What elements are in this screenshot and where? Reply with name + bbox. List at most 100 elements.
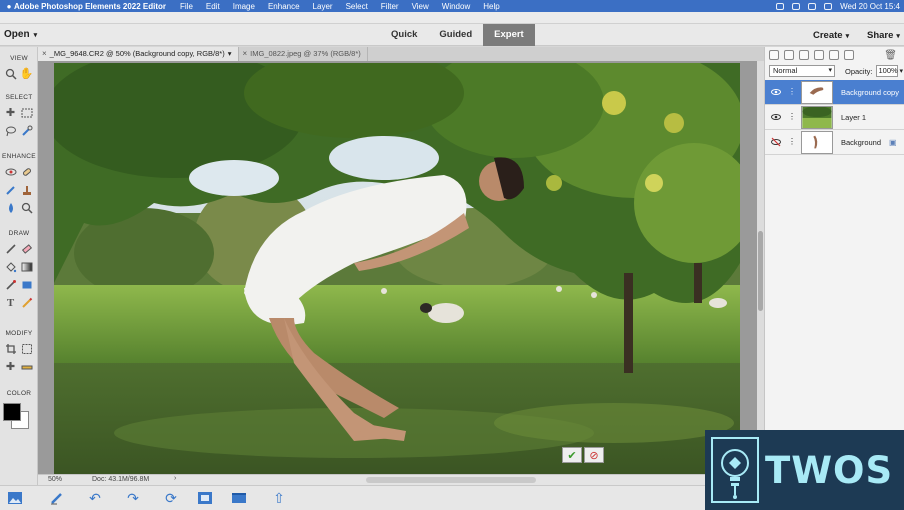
marquee-tool-icon[interactable] (20, 106, 33, 119)
horizontal-scrollbar[interactable] (366, 477, 536, 483)
close-icon[interactable]: × (243, 47, 248, 61)
apple-icon[interactable]: ● (4, 2, 14, 11)
red-eye-tool-icon[interactable] (4, 165, 17, 178)
link-icon[interactable]: ⋮ (788, 87, 796, 97)
link-icon[interactable]: ⋮ (788, 137, 796, 147)
layer-row-background-copy[interactable]: ⋮ Background copy (765, 80, 904, 105)
system-menu-bar: ● Adobe Photoshop Elements 2022 Editor F… (0, 0, 904, 12)
smart-brush-tool-icon[interactable] (4, 183, 17, 196)
straighten-tool-icon[interactable] (20, 360, 33, 373)
eraser-tool-icon[interactable] (20, 242, 33, 255)
layer-mask-icon[interactable] (814, 50, 824, 60)
wifi-icon[interactable] (808, 2, 817, 10)
chevron-down-icon: ▾ (845, 33, 850, 40)
opacity-label: Opacity: (845, 66, 873, 76)
trash-icon[interactable]: 🗑 (884, 50, 897, 61)
lock-transparency-icon[interactable] (829, 50, 839, 60)
tab-expert[interactable]: Expert (483, 24, 535, 46)
spot-healing-tool-icon[interactable] (20, 165, 33, 178)
layer-options: Normal Opacity: 100% ▾ (765, 63, 904, 79)
app-name-menu[interactable]: Adobe Photoshop Elements 2022 Editor (14, 2, 166, 11)
menu-edit[interactable]: Edit (206, 2, 220, 11)
cancel-icon[interactable]: ⊘ (584, 447, 604, 463)
home-screen-icon[interactable]: ⇧ (270, 490, 288, 506)
recompose-tool-icon[interactable] (20, 342, 33, 355)
fill-adjustment-icon[interactable] (799, 50, 809, 60)
eyedropper-tool-icon[interactable] (4, 278, 17, 291)
blur-tool-icon[interactable] (4, 201, 17, 214)
chevron-down-icon: ▾ (227, 49, 232, 58)
brush-tool-icon[interactable] (4, 242, 17, 255)
link-icon[interactable]: ⋮ (788, 112, 796, 122)
chevron-right-icon[interactable]: › (174, 475, 176, 482)
tab-quick[interactable]: Quick (380, 24, 428, 46)
pencil-tool-icon[interactable] (20, 296, 33, 309)
close-icon[interactable]: × (42, 47, 47, 61)
new-group-icon[interactable] (784, 50, 794, 60)
tray-icon[interactable] (792, 2, 801, 10)
chevron-down-icon: ▾ (896, 33, 900, 40)
menu-enhance[interactable]: Enhance (268, 2, 300, 11)
scrollbar-thumb[interactable] (758, 231, 763, 311)
create-button[interactable]: Create ▾ (813, 30, 849, 41)
document-tab-label: _MG_9648.CR2 @ 50% (Background copy, RGB… (49, 49, 225, 58)
shape-tool-icon[interactable] (20, 278, 33, 291)
paint-bucket-tool-icon[interactable] (4, 260, 17, 273)
menu-window[interactable]: Window (442, 2, 470, 11)
battery-icon[interactable] (824, 2, 833, 10)
eye-icon[interactable] (771, 112, 781, 122)
layer-row-background[interactable]: ⋮ Background ▣ (765, 130, 904, 155)
canvas-area[interactable]: ✔ ⊘ (38, 61, 764, 474)
blend-mode-select[interactable]: Normal (769, 65, 835, 77)
sponge-tool-icon[interactable] (20, 201, 33, 214)
eye-icon[interactable] (771, 87, 781, 97)
menu-view[interactable]: View (412, 2, 429, 11)
chevron-down-icon: ▾ (33, 32, 38, 39)
tab-guided[interactable]: Guided (428, 24, 483, 46)
layer-thumbnail (801, 131, 833, 154)
clone-stamp-tool-icon[interactable] (20, 183, 33, 196)
photo-canvas[interactable] (54, 63, 740, 474)
tray-icon[interactable] (776, 2, 785, 10)
type-tool-icon[interactable]: T (4, 296, 17, 309)
zoom-level[interactable]: 50% (48, 476, 62, 483)
rotate-icon[interactable]: ⟳ (162, 490, 180, 506)
menu-select[interactable]: Select (346, 2, 368, 11)
quick-selection-tool-icon[interactable] (20, 124, 33, 137)
menu-layer[interactable]: Layer (313, 2, 333, 11)
menu-image[interactable]: Image (233, 2, 255, 11)
document-tab[interactable]: × _MG_9648.CR2 @ 50% (Background copy, RG… (38, 47, 239, 61)
lock-all-icon[interactable] (844, 50, 854, 60)
menu-filter[interactable]: Filter (381, 2, 399, 11)
layers-toolbar: 🗑 (765, 47, 904, 63)
new-layer-icon[interactable] (769, 50, 779, 60)
menu-file[interactable]: File (180, 2, 193, 11)
zoom-tool-icon[interactable] (4, 67, 17, 80)
document-tab[interactable]: × IMG_0822.jpeg @ 37% (RGB/8*) (239, 47, 368, 61)
eye-hidden-icon[interactable] (771, 137, 781, 147)
clock[interactable]: Wed 20 Oct 15:4 (840, 2, 900, 11)
crop-tool-icon[interactable] (4, 342, 17, 355)
opacity-field[interactable]: 100% (875, 65, 898, 77)
foreground-color-swatch[interactable] (3, 403, 21, 421)
undo-icon[interactable]: ↶ (86, 490, 104, 506)
photo-bin-icon[interactable] (6, 490, 24, 506)
commit-cancel-group: ✔ ⊘ (562, 447, 606, 463)
share-button[interactable]: Share ▾ (867, 30, 900, 41)
hand-tool-icon[interactable]: ✋ (20, 67, 34, 80)
move-tool-icon[interactable]: ✚ (4, 106, 17, 119)
layout-icon[interactable] (196, 490, 214, 506)
commit-check-icon[interactable]: ✔ (562, 447, 582, 463)
organizer-icon[interactable] (230, 490, 248, 506)
layer-row-layer-1[interactable]: ⋮ Layer 1 (765, 105, 904, 130)
open-button[interactable]: Open ▾ (4, 29, 37, 40)
tool-options-icon[interactable] (48, 490, 66, 506)
chevron-down-icon[interactable]: ▾ (900, 67, 904, 75)
vertical-scrollbar[interactable] (757, 61, 764, 474)
menu-help[interactable]: Help (483, 2, 499, 11)
redo-icon[interactable]: ↷ (124, 490, 142, 506)
status-bar: 50% Doc: 43.1M/96.8M › (38, 474, 764, 485)
lasso-tool-icon[interactable] (4, 124, 17, 137)
gradient-tool-icon[interactable] (20, 260, 33, 273)
content-aware-move-tool-icon[interactable]: ✚ (4, 360, 17, 373)
